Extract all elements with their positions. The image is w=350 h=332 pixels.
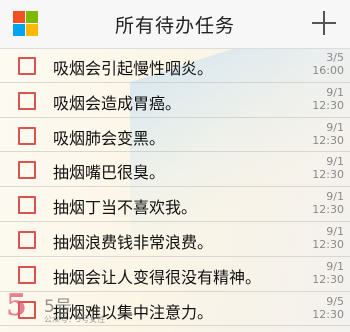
task-due: 9/1 12:30 <box>300 190 344 216</box>
task-time: 12:30 <box>312 98 344 112</box>
task-due: 9/1 12:30 <box>300 225 344 251</box>
task-checkbox[interactable] <box>18 196 36 215</box>
task-date: 9/1 <box>326 224 344 238</box>
task-date: 9/5 <box>326 294 344 308</box>
task-time: 12:30 <box>312 272 344 286</box>
app-header: 所有待办任务 <box>0 0 350 49</box>
task-text: 抽烟嘴巴很臭。 <box>53 163 166 183</box>
todo-app: 所有待办任务 吸烟会引起慢性咽炎。 3/5 16:00 吸烟会造成胃癌。 9/1… <box>0 0 350 332</box>
task-time: 12:30 <box>312 307 344 321</box>
task-checkbox[interactable] <box>18 265 36 284</box>
task-date: 9/1 <box>326 155 344 169</box>
task-due: 9/5 12:30 <box>300 295 344 321</box>
task-row[interactable]: 吸烟会造成胃癌。 9/1 12:30 <box>0 83 350 118</box>
site-watermark: 5 5号 公众号：5号女性 <box>6 284 116 330</box>
task-row[interactable]: 抽烟嘴巴很臭。 9/1 12:30 <box>0 152 350 188</box>
task-text: 抽烟丁当不喜欢我。 <box>53 198 198 218</box>
watermark-subtitle: 公众号：5号女性 <box>44 315 106 324</box>
task-due: 9/1 12:30 <box>300 121 344 147</box>
task-time: 12:30 <box>312 237 344 251</box>
task-checkbox[interactable] <box>18 161 36 180</box>
task-row[interactable]: 抽烟丁当不喜欢我。 9/1 12:30 <box>0 187 350 222</box>
task-date: 9/1 <box>326 259 344 273</box>
task-due: 9/1 12:30 <box>300 260 344 286</box>
task-text: 吸烟肺会变黑。 <box>53 128 166 148</box>
task-text: 抽烟浪费钱非常浪费。 <box>53 232 214 252</box>
page-title: 所有待办任务 <box>114 15 235 37</box>
task-date: 3/5 <box>326 51 344 64</box>
task-checkbox[interactable] <box>18 57 36 75</box>
task-row[interactable]: 吸烟肺会变黑。 9/1 12:30 <box>0 118 350 153</box>
task-date: 9/1 <box>326 85 344 99</box>
task-date: 9/1 <box>326 120 344 134</box>
task-time: 16:00 <box>312 64 344 77</box>
task-due: 3/5 16:00 <box>300 51 344 77</box>
task-due: 9/1 12:30 <box>300 86 344 112</box>
task-due: 9/1 12:30 <box>300 155 344 181</box>
task-time: 12:30 <box>312 203 344 217</box>
task-text: 吸烟会造成胃癌。 <box>53 93 182 113</box>
add-task-button[interactable] <box>310 9 338 37</box>
task-checkbox[interactable] <box>18 230 36 249</box>
task-date: 9/1 <box>326 190 344 204</box>
task-row[interactable]: 吸烟会引起慢性咽炎。 3/5 16:00 <box>0 48 350 83</box>
task-time: 12:30 <box>312 168 344 182</box>
task-checkbox[interactable] <box>18 126 36 145</box>
task-checkbox[interactable] <box>18 91 36 110</box>
watermark-logo: 5 <box>6 288 27 323</box>
task-time: 12:30 <box>312 133 344 147</box>
windows-logo-icon[interactable] <box>13 11 38 36</box>
task-row[interactable]: 抽烟浪费钱非常浪费。 9/1 12:30 <box>0 222 350 257</box>
task-text: 吸烟会引起慢性咽炎。 <box>53 59 214 78</box>
